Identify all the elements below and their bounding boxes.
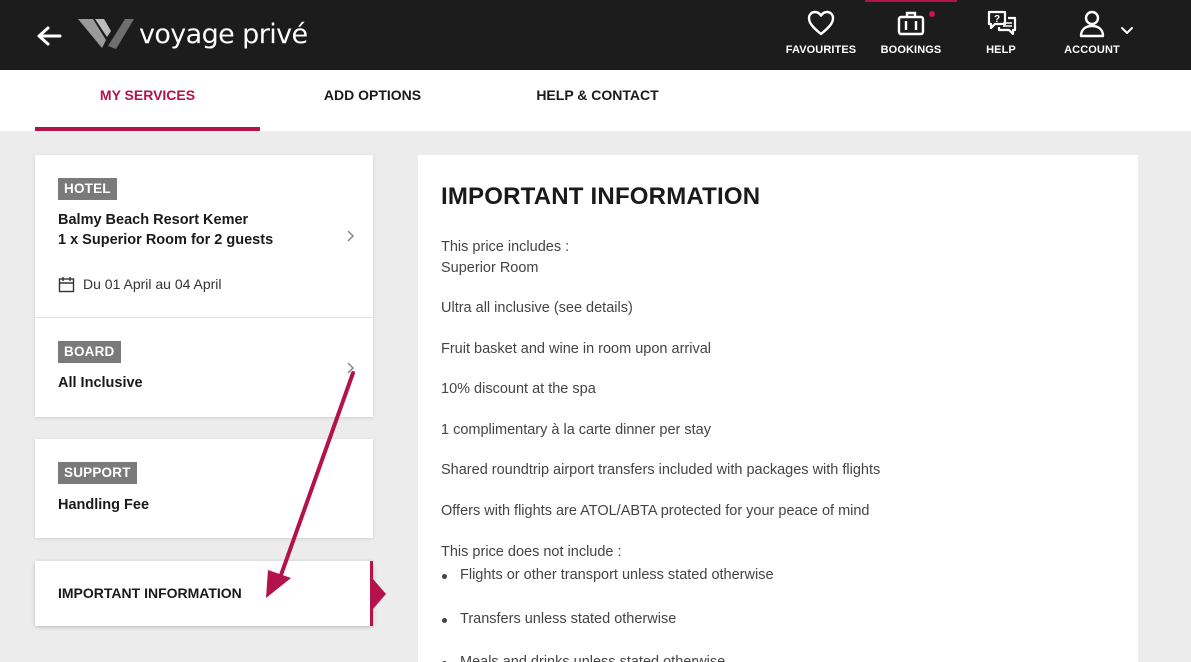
bookings-nav[interactable]: BOOKINGS [866, 8, 956, 64]
support-card: SUPPORT Handling Fee [35, 439, 373, 538]
exclude-item-text: Meals and drinks unless stated otherwise [460, 654, 726, 662]
calendar-icon [58, 277, 75, 293]
tab-add-options[interactable]: ADD OPTIONS [260, 87, 485, 107]
board-value[interactable]: All Inclusive [58, 375, 143, 391]
bookings-active-indicator [865, 0, 957, 2]
panel-title: IMPORTANT INFORMATION [441, 183, 761, 210]
excludes-heading: This price does not include : [441, 544, 622, 560]
hotel-badge: HOTEL [58, 178, 117, 200]
support-value[interactable]: Handling Fee [58, 497, 149, 513]
tab-help-contact[interactable]: HELP & CONTACT [485, 87, 710, 107]
include-item: 1 complimentary à la carte dinner per st… [441, 422, 711, 438]
important-information-card[interactable]: IMPORTANT INFORMATION [35, 561, 373, 626]
favourites-label: FAVOURITES [785, 44, 857, 56]
hotel-board-card: HOTEL Balmy Beach Resort Kemer 1 x Super… [35, 155, 373, 417]
top-navigation-bar: voyage privé FAVOURITES BOOKINGS ? HELP … [0, 0, 1191, 70]
selected-pointer-icon [373, 579, 386, 609]
active-tab-underline [35, 127, 260, 131]
board-badge: BOARD [58, 341, 121, 363]
exclude-item-text: Flights or other transport unless stated… [460, 567, 774, 583]
suitcase-icon [897, 11, 925, 36]
back-arrow-icon[interactable] [35, 24, 63, 48]
help-label: HELP [986, 44, 1016, 56]
account-nav[interactable]: ACCOUNT [1047, 8, 1137, 64]
chevron-right-icon[interactable] [346, 361, 356, 375]
card-divider [35, 317, 373, 318]
heart-icon [807, 10, 835, 36]
account-label: ACCOUNT [1064, 44, 1120, 56]
includes-heading: This price includes : [441, 239, 570, 255]
tab-my-services[interactable]: MY SERVICES [35, 87, 260, 107]
svg-text:?: ? [994, 14, 1000, 25]
important-information-label: IMPORTANT INFORMATION [58, 585, 242, 601]
help-chat-icon: ? [987, 10, 1017, 36]
include-item: Superior Room [441, 260, 539, 276]
tab-bar: MY SERVICES ADD OPTIONS HELP & CONTACT [0, 70, 1191, 131]
logo-text[interactable]: voyage privé [139, 16, 308, 54]
exclude-item-text: Transfers unless stated otherwise [460, 611, 677, 627]
favourites-nav[interactable]: FAVOURITES [776, 8, 866, 64]
bullet-dot [442, 618, 447, 623]
include-item[interactable]: Ultra all inclusive (see details) [441, 298, 633, 318]
include-item: Fruit basket and wine in room upon arriv… [441, 341, 711, 357]
bookings-label: BOOKINGS [880, 44, 942, 56]
support-badge: SUPPORT [58, 462, 137, 484]
include-item: Shared roundtrip airport transfers inclu… [441, 462, 881, 478]
include-item: Offers with flights are ATOL/ABTA protec… [441, 503, 870, 519]
hotel-name[interactable]: Balmy Beach Resort Kemer [58, 212, 248, 228]
bullet-dot [442, 574, 447, 579]
room-description[interactable]: 1 x Superior Room for 2 guests [58, 232, 273, 248]
bookings-notification-dot [929, 11, 935, 17]
help-nav[interactable]: ? HELP [956, 8, 1046, 64]
voyage-prive-logo-icon[interactable] [78, 18, 134, 52]
user-icon [1079, 10, 1105, 38]
stay-dates-text: Du 01 April au 04 April [83, 276, 222, 292]
important-information-panel: IMPORTANT INFORMATION This price include… [418, 155, 1138, 662]
chevron-right-icon[interactable] [346, 229, 356, 243]
include-item: 10% discount at the spa [441, 381, 596, 397]
chevron-down-icon[interactable] [1120, 26, 1134, 36]
